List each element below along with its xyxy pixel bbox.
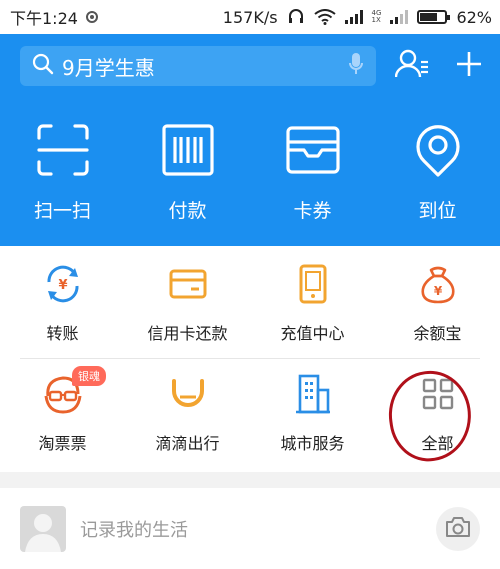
camera-icon — [445, 516, 471, 542]
service-label: 信用卡还款 — [147, 324, 228, 343]
service-label: 充值中心 — [280, 324, 345, 343]
service-transfer[interactable]: ¥ 转账 — [0, 262, 125, 344]
service-label: 余额宝 — [413, 324, 462, 343]
headset-icon — [287, 8, 305, 26]
phone-icon — [291, 262, 335, 306]
signal-icon — [344, 10, 363, 24]
service-topup[interactable]: 充值中心 — [250, 262, 375, 344]
quick-action-scan[interactable]: 扫一扫 — [0, 120, 125, 223]
section-gap — [0, 472, 500, 488]
quick-actions: 扫一扫 付款 卡券 到位 — [0, 120, 500, 223]
service-label: 城市服务 — [280, 434, 345, 453]
transfer-icon: ¥ — [41, 262, 85, 306]
service-row: ¥ 转账 信用卡还款 充值中心 ¥ 余额宝 — [0, 262, 500, 344]
signal-icon-2 — [390, 10, 409, 24]
contacts-button[interactable] — [392, 46, 432, 86]
didi-icon — [166, 372, 210, 416]
quick-action-label: 扫一扫 — [33, 200, 91, 222]
search-bar[interactable]: 9月学生惠 — [20, 46, 376, 86]
quick-action-label: 卡券 — [293, 200, 332, 222]
status-bar: 下午1:24 157K/s 4G 1X 62% — [0, 0, 500, 34]
search-placeholder: 9月学生惠 — [62, 55, 155, 80]
microphone-icon[interactable] — [348, 52, 364, 80]
card-icon — [283, 120, 343, 180]
add-button[interactable] — [449, 46, 489, 86]
header: 9月学生惠 扫一扫 付款 卡券 到位 — [0, 34, 500, 246]
search-icon — [32, 53, 54, 79]
building-icon — [291, 372, 335, 416]
grid-icon — [416, 372, 460, 416]
post-bar[interactable]: 记录我的生活 — [0, 488, 500, 569]
post-placeholder: 记录我的生活 — [80, 519, 188, 541]
quick-action-label: 到位 — [418, 200, 457, 222]
network-type: 4G 1X — [371, 9, 382, 24]
service-label: 全部 — [421, 434, 454, 453]
quick-action-cards[interactable]: 卡券 — [250, 120, 375, 223]
quick-action-pay[interactable]: 付款 — [125, 120, 250, 223]
sync-icon — [85, 11, 98, 23]
quick-action-label: 付款 — [168, 200, 207, 222]
service-row: 银魂 淘票票 滴滴出行 城市服务 全部 — [0, 366, 500, 454]
svg-text:¥: ¥ — [433, 284, 442, 298]
service-taopiaopiao[interactable]: 银魂 淘票票 — [0, 366, 125, 454]
network-speed: 157K/s — [222, 7, 278, 27]
plus-icon — [455, 50, 483, 82]
service-label: 转账 — [46, 324, 79, 343]
avatar[interactable] — [20, 505, 66, 552]
service-credit-card[interactable]: 信用卡还款 — [125, 262, 250, 344]
location-icon — [408, 120, 468, 180]
battery-percent: 62% — [456, 7, 492, 27]
quick-action-arrive[interactable]: 到位 — [375, 120, 500, 223]
service-all[interactable]: 全部 — [375, 372, 500, 454]
wifi-icon — [313, 9, 336, 25]
svg-text:¥: ¥ — [58, 278, 67, 293]
status-time: 下午1:24 — [10, 9, 78, 28]
contacts-icon — [394, 49, 429, 83]
service-label: 淘票票 — [38, 434, 87, 453]
barcode-icon — [158, 120, 218, 180]
service-city[interactable]: 城市服务 — [250, 372, 375, 454]
service-label: 滴滴出行 — [155, 434, 220, 453]
scan-icon — [33, 120, 93, 180]
money-bag-icon: ¥ — [416, 262, 460, 306]
service-didi[interactable]: 滴滴出行 — [125, 372, 250, 454]
service-grid: ¥ 转账 信用卡还款 充值中心 ¥ 余额宝 银魂 淘票票 滴滴出行 城市服务 全… — [0, 246, 500, 472]
promo-badge: 银魂 — [72, 366, 106, 386]
camera-button[interactable] — [436, 506, 480, 551]
credit-card-icon — [166, 262, 210, 306]
service-yuebao[interactable]: ¥ 余额宝 — [375, 262, 500, 344]
row-divider — [20, 358, 480, 359]
battery-icon — [417, 10, 451, 24]
